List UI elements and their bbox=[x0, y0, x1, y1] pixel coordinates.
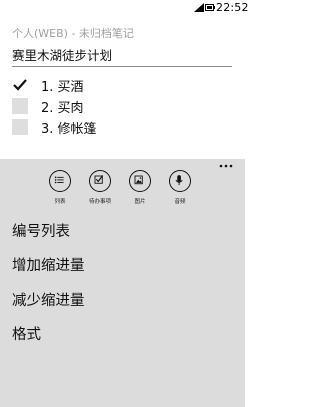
checklist-item-label: 2. 买肉 bbox=[41, 101, 84, 116]
list-button[interactable]: 列表 bbox=[40, 170, 82, 216]
checkmark-icon bbox=[13, 79, 27, 91]
microphone-icon bbox=[175, 175, 183, 186]
menu-item-numbered-list[interactable]: 编号列表 bbox=[12, 220, 70, 241]
checkbox-checked[interactable] bbox=[12, 77, 28, 93]
checkbox-unchecked[interactable] bbox=[12, 119, 28, 135]
checklist-item-label: 1. 买酒 bbox=[41, 80, 84, 95]
title-underline bbox=[12, 66, 232, 67]
todo-button[interactable]: 待办事项 bbox=[80, 170, 122, 216]
checklist-item[interactable]: 1. 买酒 bbox=[12, 75, 232, 95]
checklist-item[interactable]: 3. 修帐篷 bbox=[12, 117, 232, 137]
checkbox-unchecked[interactable] bbox=[12, 98, 28, 114]
checklist-item[interactable]: 2. 买肉 bbox=[12, 96, 232, 116]
notebook-title: 个人(WEB) - 未归档笔记 bbox=[12, 27, 134, 40]
menu-item-format[interactable]: 格式 bbox=[12, 323, 41, 344]
note-title-field[interactable]: 赛里木湖徒步计划 bbox=[12, 45, 112, 64]
image-button[interactable]: 图片 bbox=[120, 170, 162, 216]
battery-icon bbox=[205, 4, 215, 11]
menu-item-increase-indent[interactable]: 增加缩进量 bbox=[12, 254, 85, 275]
app-bar: 列表 待办事项 图片 音频 编号列表 增加缩进量 减少缩进量 格式 bbox=[0, 159, 245, 407]
status-time: 22:52 bbox=[216, 1, 249, 14]
status-bar: 22:52 bbox=[0, 0, 249, 16]
audio-button-label: 音频 bbox=[174, 199, 186, 205]
checkbox-icon bbox=[94, 175, 104, 184]
signal-bars-icon bbox=[194, 3, 204, 12]
audio-button[interactable]: 音频 bbox=[160, 170, 202, 216]
menu-item-decrease-indent[interactable]: 减少缩进量 bbox=[12, 289, 85, 310]
image-icon bbox=[134, 175, 143, 185]
checklist-item-label: 3. 修帐篷 bbox=[41, 122, 97, 137]
list-icon bbox=[54, 176, 64, 184]
more-dots-icon[interactable] bbox=[219, 163, 233, 169]
